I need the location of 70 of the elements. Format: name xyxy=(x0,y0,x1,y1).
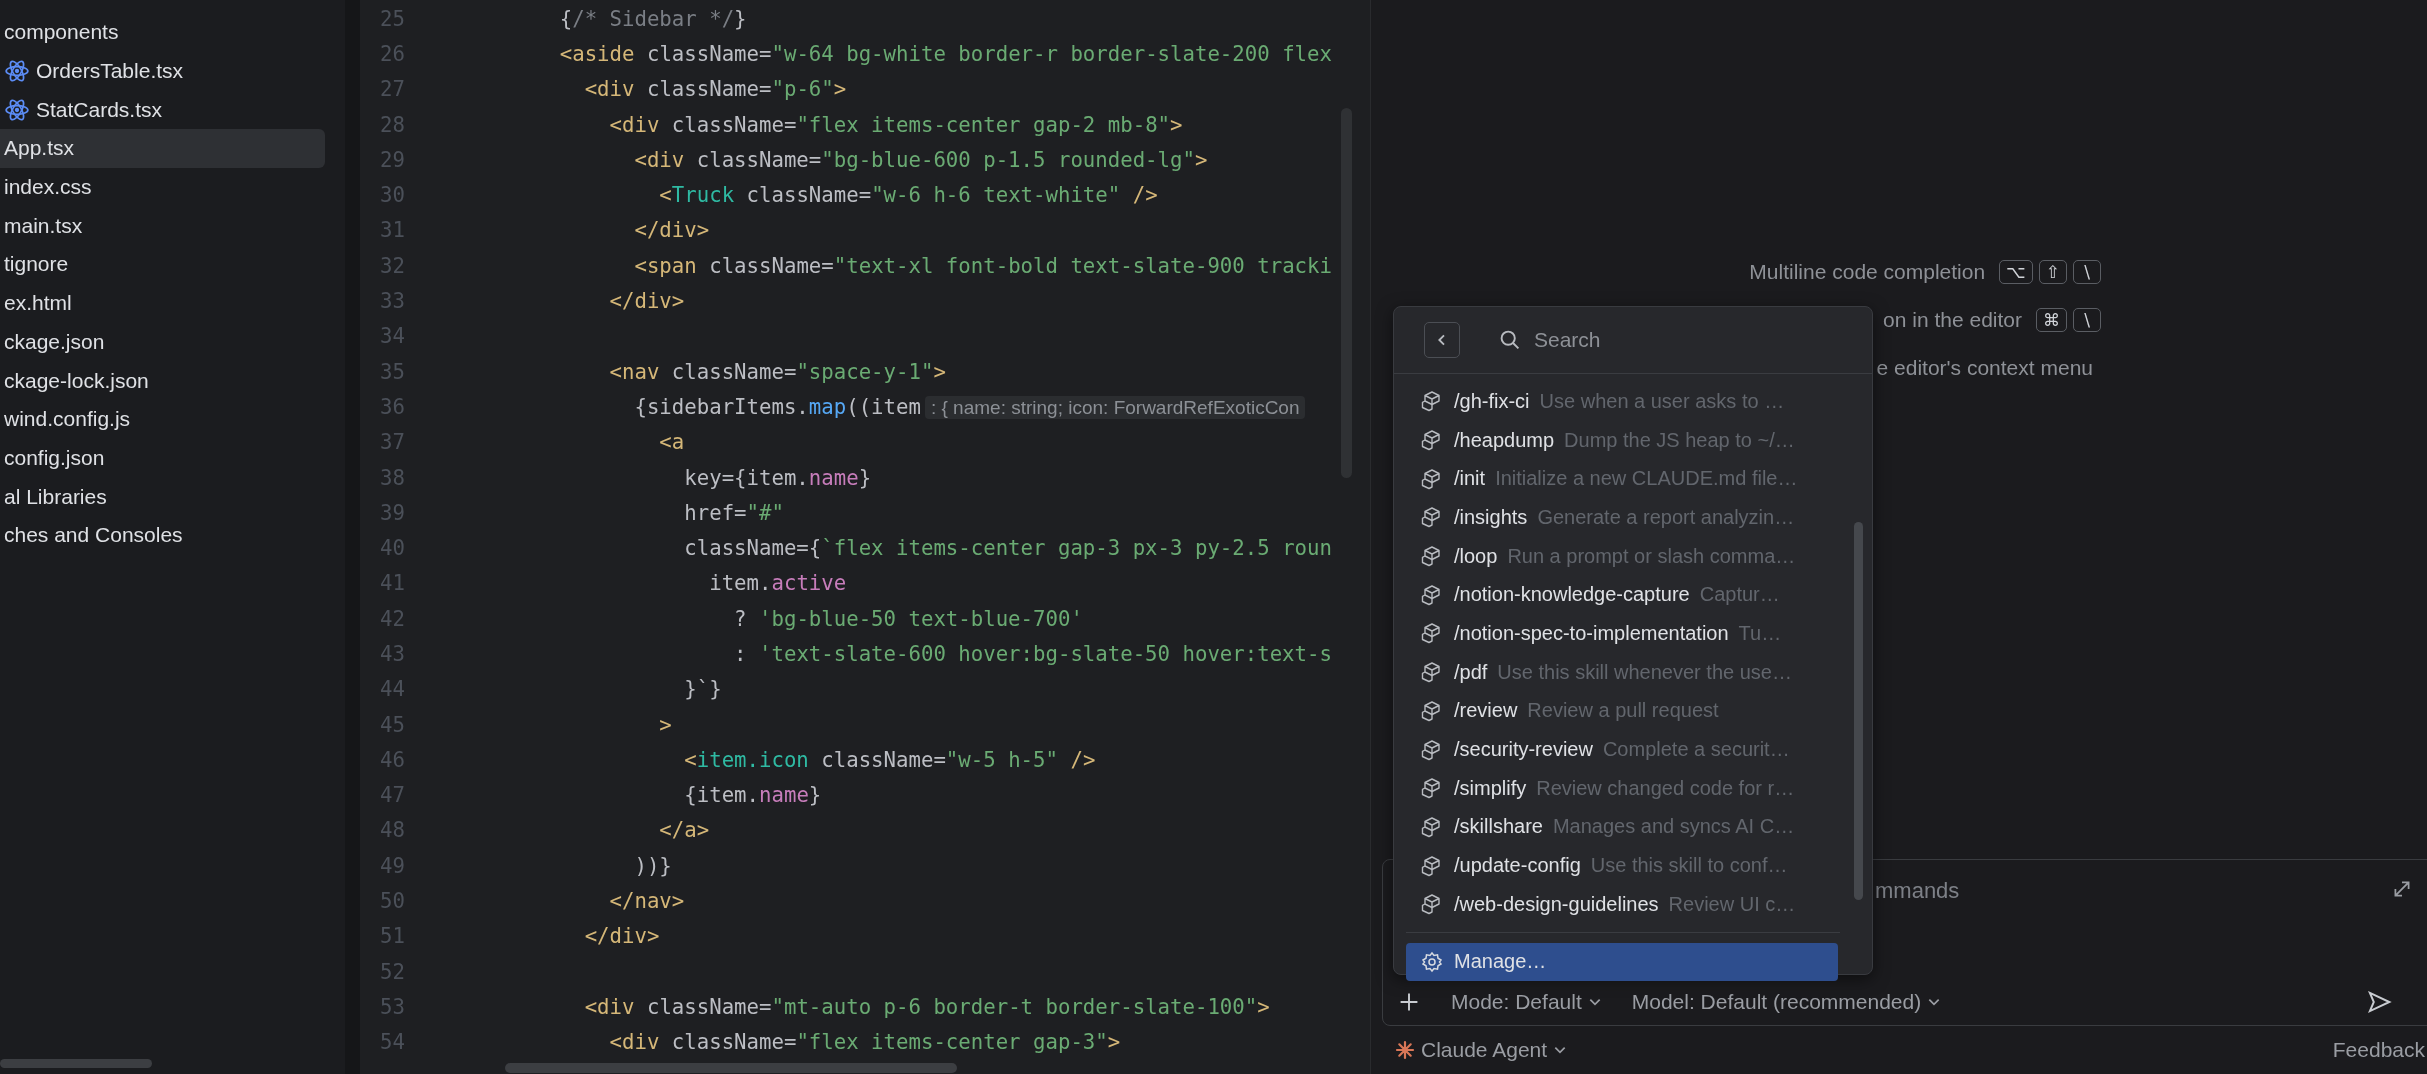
file-tree-item[interactable]: OrdersTable.tsx xyxy=(0,51,325,91)
command-item[interactable]: /loop Run a prompt or slash comma… xyxy=(1406,536,1840,576)
file-tree-item[interactable]: index.css xyxy=(0,167,325,207)
shortcut-hint: Multiline code completion xyxy=(1749,260,1986,284)
code-line: {item.name} xyxy=(683,783,822,808)
file-tree-item[interactable]: wind.config.js xyxy=(0,399,325,439)
input-placeholder: mmands xyxy=(1875,878,1960,904)
command-item[interactable]: /insights Generate a report analyzin… xyxy=(1406,498,1840,537)
key-cap: ⌘ xyxy=(2036,308,2067,332)
code-line: <span className="text-xl font-bold text-slate-900 tracki xyxy=(633,253,1332,278)
code-line: {sidebarItems.map((item : { name: string; icon: ForwardRefExoticCon xyxy=(485,394,1306,419)
command-item[interactable]: /skillshare Manages and syncs AI C… xyxy=(1406,807,1840,847)
command-item[interactable]: /gh-fix-ci Use when a user asks to … xyxy=(1406,382,1840,421)
code-line: className={`flex items-center gap-3 px-3 py-2.5 roun xyxy=(683,536,1332,561)
code-line: ))} xyxy=(633,853,672,878)
command-item[interactable]: /notion-knowledge-capture Captur… xyxy=(1406,575,1840,615)
file-tree-item[interactable]: App.tsx xyxy=(0,129,325,168)
code-line: <div className="flex items-center gap-2 mb-8"> xyxy=(608,112,1183,137)
code-line: }`} xyxy=(683,677,722,702)
command-item[interactable]: /heapdump Dump the JS heap to ~/… xyxy=(1406,420,1840,460)
key-cap: ⇧ xyxy=(2038,260,2067,284)
file-tree-item[interactable]: components xyxy=(0,13,325,52)
code-line: <div className="flex items-center gap-3"> xyxy=(608,1030,1121,1055)
command-item[interactable]: /review Review a pull request xyxy=(1406,691,1840,731)
code-line: <item.icon className="w-5 h-5" /> xyxy=(683,747,1096,772)
file-tree-item[interactable]: al Libraries xyxy=(0,477,325,516)
code-line: </div> xyxy=(583,924,660,949)
key-cap: \ xyxy=(2073,260,2101,284)
code-line: href="#" xyxy=(683,500,784,525)
model-dropdown[interactable]: Model: Default (recommended) xyxy=(1631,990,1942,1014)
shortcut-hint: on in the editor xyxy=(1883,308,2022,332)
command-item[interactable]: /web-design-guidelines Review UI c… xyxy=(1406,884,1840,924)
code-line: <a xyxy=(658,430,685,455)
agent-selector[interactable]: Claude Agent xyxy=(1395,1038,1568,1062)
shortcut-hint: e editor's context menu xyxy=(1876,356,2093,380)
file-tree-item[interactable]: ex.html xyxy=(0,283,325,323)
code-line: {/* Sidebar */} xyxy=(558,6,747,31)
file-tree-item[interactable]: ckage.json xyxy=(0,322,325,362)
command-item[interactable]: /notion-spec-to-implementation Tu… xyxy=(1406,614,1840,653)
code-line: <div className="p-6"> xyxy=(583,77,847,102)
code-line: </a> xyxy=(658,818,710,843)
code-line: <nav className="space-y-1"> xyxy=(608,359,946,384)
feedback-link[interactable]: Feedback xyxy=(2332,1038,2425,1062)
command-item[interactable]: /simplify Review changed code for r… xyxy=(1406,768,1840,808)
file-tree-item[interactable]: tignore xyxy=(0,245,325,284)
command-item[interactable]: /init Initialize a new CLAUDE.md file… xyxy=(1406,459,1840,499)
file-tree-item[interactable]: ckage-lock.json xyxy=(0,361,325,400)
code-line: ? 'bg-blue-50 text-blue-700' xyxy=(733,606,1083,631)
search-field[interactable]: Search xyxy=(1532,327,1836,353)
code-line: > xyxy=(658,712,672,737)
command-item[interactable]: /pdf Use this skill whenever the use… xyxy=(1406,652,1840,692)
key-cap: ⌥ xyxy=(1999,260,2033,284)
code-line: </div> xyxy=(633,218,710,243)
code-line: key={item.name} xyxy=(683,465,872,490)
file-tree-item[interactable]: config.json xyxy=(0,438,325,478)
code-line: </nav> xyxy=(608,889,685,914)
code-line: <div className="mt-auto p-6 border-t border-slate-100"> xyxy=(583,994,1270,1019)
code-line: item.active xyxy=(708,571,847,596)
command-item[interactable]: /security-review Complete a securit… xyxy=(1406,730,1840,769)
code-line: <div className="bg-blue-600 p-1.5 rounded-lg"> xyxy=(633,147,1208,172)
mode-dropdown[interactable]: Mode: Default xyxy=(1451,990,1602,1014)
key-cap: \ xyxy=(2073,308,2101,332)
file-tree-item[interactable]: ches and Consoles xyxy=(0,515,325,555)
file-tree-item[interactable]: StatCards.tsx xyxy=(0,90,325,130)
file-tree-item[interactable]: main.tsx xyxy=(0,206,325,246)
manage-item[interactable]: Manage… xyxy=(1406,942,1838,982)
code-line: </div> xyxy=(608,289,685,313)
code-line: <aside className="w-64 bg-white border-r border-slate-200 flex xyxy=(558,41,1332,66)
code-line: : 'text-slate-600 hover:bg-slate-50 hover:text-s xyxy=(733,642,1332,666)
code-line: <Truck className="w-6 h-6 text-white" /> xyxy=(658,183,1158,208)
